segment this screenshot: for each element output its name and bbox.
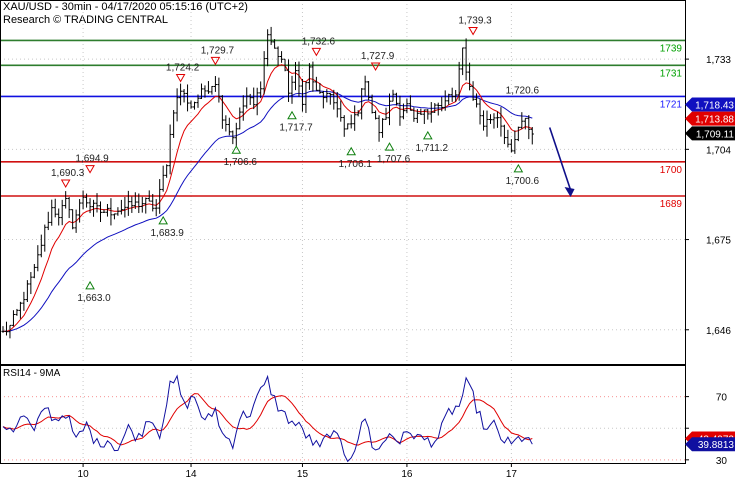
support-resistance-levels: 1739 1731 1721 1700 1689: [0, 39, 685, 210]
level-label-1731: 1731: [660, 68, 683, 79]
level-label-1721: 1721: [660, 99, 683, 110]
support-marker-icon: [422, 130, 433, 140]
support-marker-icon: [85, 280, 95, 290]
support-marker-icon: [513, 163, 524, 173]
date-tick-label: 10: [78, 469, 90, 480]
resistance-marker-icon: [370, 62, 381, 71]
annotation-label: 1,690.3: [51, 168, 85, 179]
axis-tick-label: 1,704: [706, 145, 731, 156]
price-tag-label: 1,709.11: [696, 129, 735, 140]
annotation-label: 1,717.7: [279, 123, 313, 134]
annotation-label: 1,724.2: [166, 62, 200, 73]
date-axis: 10 14 15 16 17: [78, 463, 518, 480]
projection-arrow-line: [548, 127, 572, 191]
date-tick-label: 16: [401, 469, 413, 480]
support-marker-icon: [158, 215, 169, 225]
annotation-label: 1,711.2: [415, 143, 448, 154]
annotation-label: 1,739.3: [458, 16, 492, 27]
annotation-label: 1,707.6: [377, 154, 411, 165]
rsi-lines: [2, 374, 533, 463]
axis-tick-label: 1,646: [706, 326, 731, 337]
resistance-marker-icon: [60, 179, 71, 188]
annotation-label: 1,663.0: [77, 293, 111, 304]
resistance-marker-icon: [311, 47, 322, 57]
resistance-marker-icon: [85, 165, 95, 174]
panel-frames: [0, 0, 686, 464]
rsi-axis-tick-label: 70: [716, 393, 728, 404]
annotation-label: 1,732.6: [302, 36, 336, 47]
rsi-ma-line: [2, 393, 533, 446]
annotation-label: 1,683.9: [150, 228, 184, 239]
resistance-marker-icon: [468, 27, 478, 36]
annotation-label: 1,706.6: [224, 157, 258, 168]
level-label-1689: 1689: [660, 199, 683, 210]
chart-canvas: 1739 1731 1721 1700 1689 1,690.3 1,694.9 1,663…: [0, 0, 735, 480]
level-label-1739: 1739: [660, 43, 683, 54]
date-tick-label: 15: [297, 469, 309, 480]
resistance-marker-icon: [175, 73, 186, 83]
rsi-line: [2, 374, 533, 463]
main-panel-frame: [0, 0, 686, 365]
axis-tick-label: 1,733: [706, 55, 731, 66]
rsi-axis-tick-label: 30: [716, 456, 728, 467]
annotation-label: 1,720.6: [506, 86, 540, 97]
date-tick-label: 17: [506, 469, 518, 480]
price-tag-label: 1,713.88: [695, 115, 734, 126]
resistance-marker-icon: [210, 56, 221, 66]
price-tag-label: 1,718.43: [695, 100, 734, 111]
annotation-label: 1,700.6: [506, 176, 540, 187]
moving-average-lines: [2, 64, 533, 332]
annotation-label: 1,727.9: [361, 51, 395, 62]
date-tick-label: 14: [185, 469, 197, 480]
price-bars: [1, 26, 534, 339]
annotation-label: 1,729.7: [201, 45, 235, 56]
rsi-value-tag-label: 39.8813: [698, 440, 735, 451]
annotation-label: 1,694.9: [75, 154, 109, 165]
ma-fast-line: [2, 64, 533, 332]
axis-tick-label: 1,675: [706, 236, 731, 247]
main-panel-grid: [0, 0, 685, 364]
support-marker-icon: [287, 110, 297, 120]
level-label-1700: 1700: [660, 165, 683, 176]
annotation-label: 1,706.1: [339, 159, 373, 170]
